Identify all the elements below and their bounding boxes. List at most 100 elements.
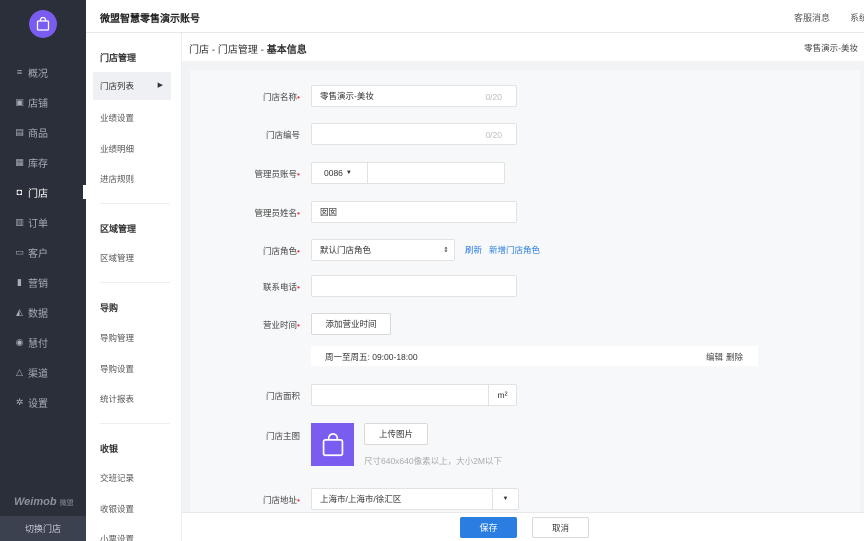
country-code-select[interactable]: 0086 ▼ [312,163,368,183]
shopping-bag-icon [322,433,344,457]
submenu-item-cashier-settings[interactable]: 收银设置 [100,503,134,515]
nav-item-label: 客户 [28,248,48,260]
store-address-label: 门店地址• [263,495,300,505]
caret-down-icon: ▼ [345,170,352,176]
edit-hours-link[interactable]: 编辑 [706,351,723,363]
store-address-select[interactable]: 上海市/上海市/徐汇区 ▼ [311,488,519,510]
store-role-label: 门店角色• [263,246,300,256]
inventory-icon: ▦ [15,156,24,167]
submenu-item-guide-management[interactable]: 导购管理 [100,332,134,344]
submenu-group-title: 区域管理 [100,224,137,234]
business-hours-entry: 周一至周五: 09:00-18:00 编辑 删除 [311,346,758,366]
submenu-group-title: 门店管理 [100,53,137,63]
gear-icon: ✲ [15,396,24,407]
page-header: 门店 - 门店管理 - 基本信息 零售演示-美妆 [182,33,864,61]
delete-hours-link[interactable]: 删除 [726,351,743,363]
service-message-link[interactable]: 客服消息 [794,11,830,24]
divider [100,282,170,283]
submenu-item-shift-records[interactable]: 交班记录 [100,472,134,484]
store-area-input[interactable]: m² [311,384,517,406]
divider [100,423,170,424]
current-store-name: 零售演示-美妆 [804,43,858,53]
submenu-item-performance-settings[interactable]: 业绩设置 [100,112,134,124]
submenu-group-title: 收银 [100,444,119,454]
channel-icon: △ [16,366,23,377]
contact-phone-input[interactable] [311,275,517,297]
business-hours-label: 营业时间• [263,320,300,330]
submenu-item-receipt-settings[interactable]: 小票设置 [100,533,134,541]
goods-icon: ▤ [15,126,24,137]
nav-item[interactable]: ▤ 商品 [0,117,86,147]
refresh-roles-link[interactable]: 刷新 [465,244,482,256]
submenu-item-label: 门店列表 [100,81,135,91]
nav-item-label: 营销 [28,278,48,290]
nav-item-label: 库存 [28,158,48,170]
nav-item-label: 店铺 [28,98,48,110]
submenu-item-guide-settings[interactable]: 导购设置 [100,363,134,375]
store-icon: ◘ [16,186,23,197]
admin-name-input[interactable]: 囡囡 [311,201,517,223]
cancel-button[interactable]: 取消 [532,517,589,538]
contact-phone-label: 联系电话• [263,282,300,292]
add-business-hours-button[interactable]: 添加营业时间 [311,313,391,335]
nav-item[interactable]: ≡ 概况 [0,57,86,87]
nav-item[interactable]: ✲ 设置 [0,387,86,417]
shopping-bag-icon [36,17,50,31]
nav-item[interactable]: ▭ 客户 [0,237,86,267]
main-image-thumbnail[interactable] [311,423,354,466]
nav-item[interactable]: △ 渠道 [0,357,86,387]
nav-item-label: 慧付 [28,338,48,350]
list-icon: ≡ [16,66,23,77]
breadcrumb: 门店 - 门店管理 - 基本信息 [189,45,307,56]
nav-item[interactable]: ▥ 订单 [0,207,86,237]
divider [100,203,170,204]
nav-item[interactable]: ◉ 慧付 [0,327,86,357]
shop-icon: ▣ [15,96,24,107]
submenu-item-statistics-report[interactable]: 统计报表 [100,393,134,405]
business-hours-text: 周一至周五: 09:00-18:00 [325,352,418,362]
system-link[interactable]: 系统 [850,11,864,24]
caret-right-icon: ▶ [157,82,163,89]
weimob-brand: Weimob 微盟 [14,496,74,508]
add-store-role-link[interactable]: 新增门店角色 [489,244,540,256]
upload-image-button[interactable]: 上传图片 [364,423,428,445]
admin-account-label: 管理员账号• [254,169,301,179]
nav-item[interactable]: ▣ 店铺 [0,87,86,117]
nav-item-label: 设置 [28,398,48,410]
nav-item[interactable]: ◭ 数据 [0,297,86,327]
caret-down-icon[interactable]: ▼ [492,489,518,509]
store-code-label: 门店编号 [265,130,300,140]
image-size-hint: 尺寸640x640像素以上，大小2M以下 [364,456,502,466]
account-title: 微盟智慧零售演示账号 [100,14,200,25]
nav-item-label: 订单 [28,218,48,230]
nav-item-label: 数据 [28,308,48,320]
save-button[interactable]: 保存 [460,517,517,538]
top-header: 微盟智慧零售演示账号 客服消息 系统 [86,0,864,33]
submenu-item-performance-details[interactable]: 业绩明细 [100,143,134,155]
nav-item-label: 概况 [28,68,48,80]
store-area-label: 门店面积 [265,391,300,401]
nav-item[interactable]: ▮ 营销 [0,267,86,297]
switch-store-button[interactable]: 切换门店 [0,516,86,541]
store-code-input[interactable]: 0/20 [311,123,517,145]
pay-icon: ◉ [15,336,24,347]
nav-item[interactable]: ▦ 库存 [0,147,86,177]
submenu-item-store-list[interactable]: 门店列表 ▶ [93,72,171,100]
order-icon: ▥ [15,216,24,227]
main-sidebar: ≡ 概况 ▣ 店铺 ▤ 商品 ▦ 库存 ◘ 门店 ▥ 订单 ▭ 客户 ▮ 营销 ◭ 数据 ◉ 慧付 △ 渠道 ✲ 设置 Wei… [0,0,86,541]
app-logo[interactable] [29,10,57,38]
nav-item[interactable]: ◘ 门店 [0,177,86,207]
nav-item-label: 渠道 [28,368,48,380]
secondary-menu: 门店管理 门店列表 ▶ 业绩设置 业绩明细 进店规则 区域管理 区域管理 导购 … [86,33,182,541]
nav-item-label: 门店 [28,188,48,200]
submenu-item-entry-rules[interactable]: 进店规则 [100,173,134,185]
submenu-item-region-management[interactable]: 区域管理 [100,252,134,264]
marketing-icon: ▮ [17,276,22,287]
store-name-input[interactable]: 零售演示-美妆 0/20 [311,85,517,107]
basic-info-form: 门店名称• 零售演示-美妆 0/20 门店编号 0/20 管理员账号• 0086 ▼… [190,70,860,515]
select-arrows-icon: ⇕ [443,247,449,254]
admin-account-input[interactable]: 0086 ▼ [311,162,505,184]
area-unit: m² [488,385,516,405]
store-name-label: 门店名称• [263,92,300,102]
store-role-select[interactable]: 默认门店角色 ⇕ [311,239,455,261]
